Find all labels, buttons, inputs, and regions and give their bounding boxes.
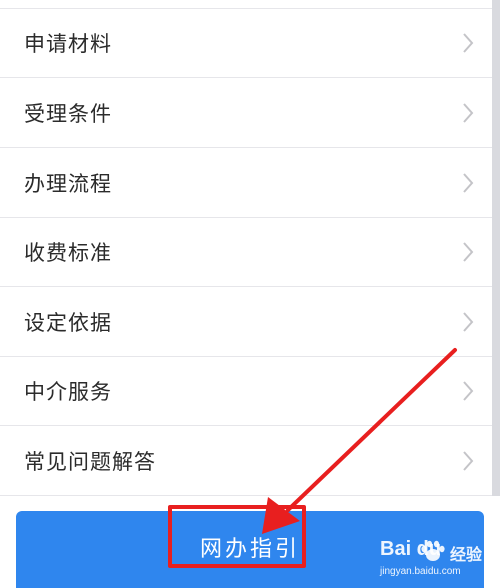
chevron-right-icon [463, 103, 474, 123]
menu-item-label: 常见问题解答 [24, 450, 156, 474]
menu-item-faq[interactable]: 常见问题解答 [0, 427, 492, 496]
highlight-box [168, 505, 306, 568]
menu-item-fee-standard[interactable]: 收费标准 [0, 218, 492, 287]
chevron-right-icon [463, 242, 474, 262]
menu-item-process[interactable]: 办理流程 [0, 149, 492, 218]
menu-item-acceptance-conditions[interactable]: 受理条件 [0, 79, 492, 148]
chevron-right-icon [463, 312, 474, 332]
chevron-right-icon [463, 173, 474, 193]
chevron-right-icon [463, 381, 474, 401]
chevron-right-icon [463, 451, 474, 471]
watermark-cn: 经验 [450, 545, 483, 564]
scroll-edge [492, 0, 500, 496]
menu-item-label: 受理条件 [24, 102, 112, 126]
chevron-right-icon [463, 33, 474, 53]
menu-list: 申请材料 受理条件 办理流程 收费标准 设定依据 中介服务 常见问题解答 [0, 0, 500, 496]
menu-item-intermediary-services[interactable]: 中介服务 [0, 357, 492, 426]
menu-item-legal-basis[interactable]: 设定依据 [0, 288, 492, 357]
menu-item-label: 办理流程 [24, 172, 112, 196]
menu-item-label: 收费标准 [24, 241, 112, 265]
watermark-url: jingyan.baidu.com [380, 566, 461, 577]
menu-item-label: 中介服务 [24, 380, 112, 404]
baidu-jingyan-watermark: Bai du 经验 jingyan.baidu.com [378, 538, 498, 588]
menu-item-application-materials[interactable]: 申请材料 [0, 9, 492, 78]
paw-icon [421, 540, 445, 561]
menu-item-label: 申请材料 [24, 32, 112, 56]
menu-item-label: 设定依据 [24, 311, 112, 335]
